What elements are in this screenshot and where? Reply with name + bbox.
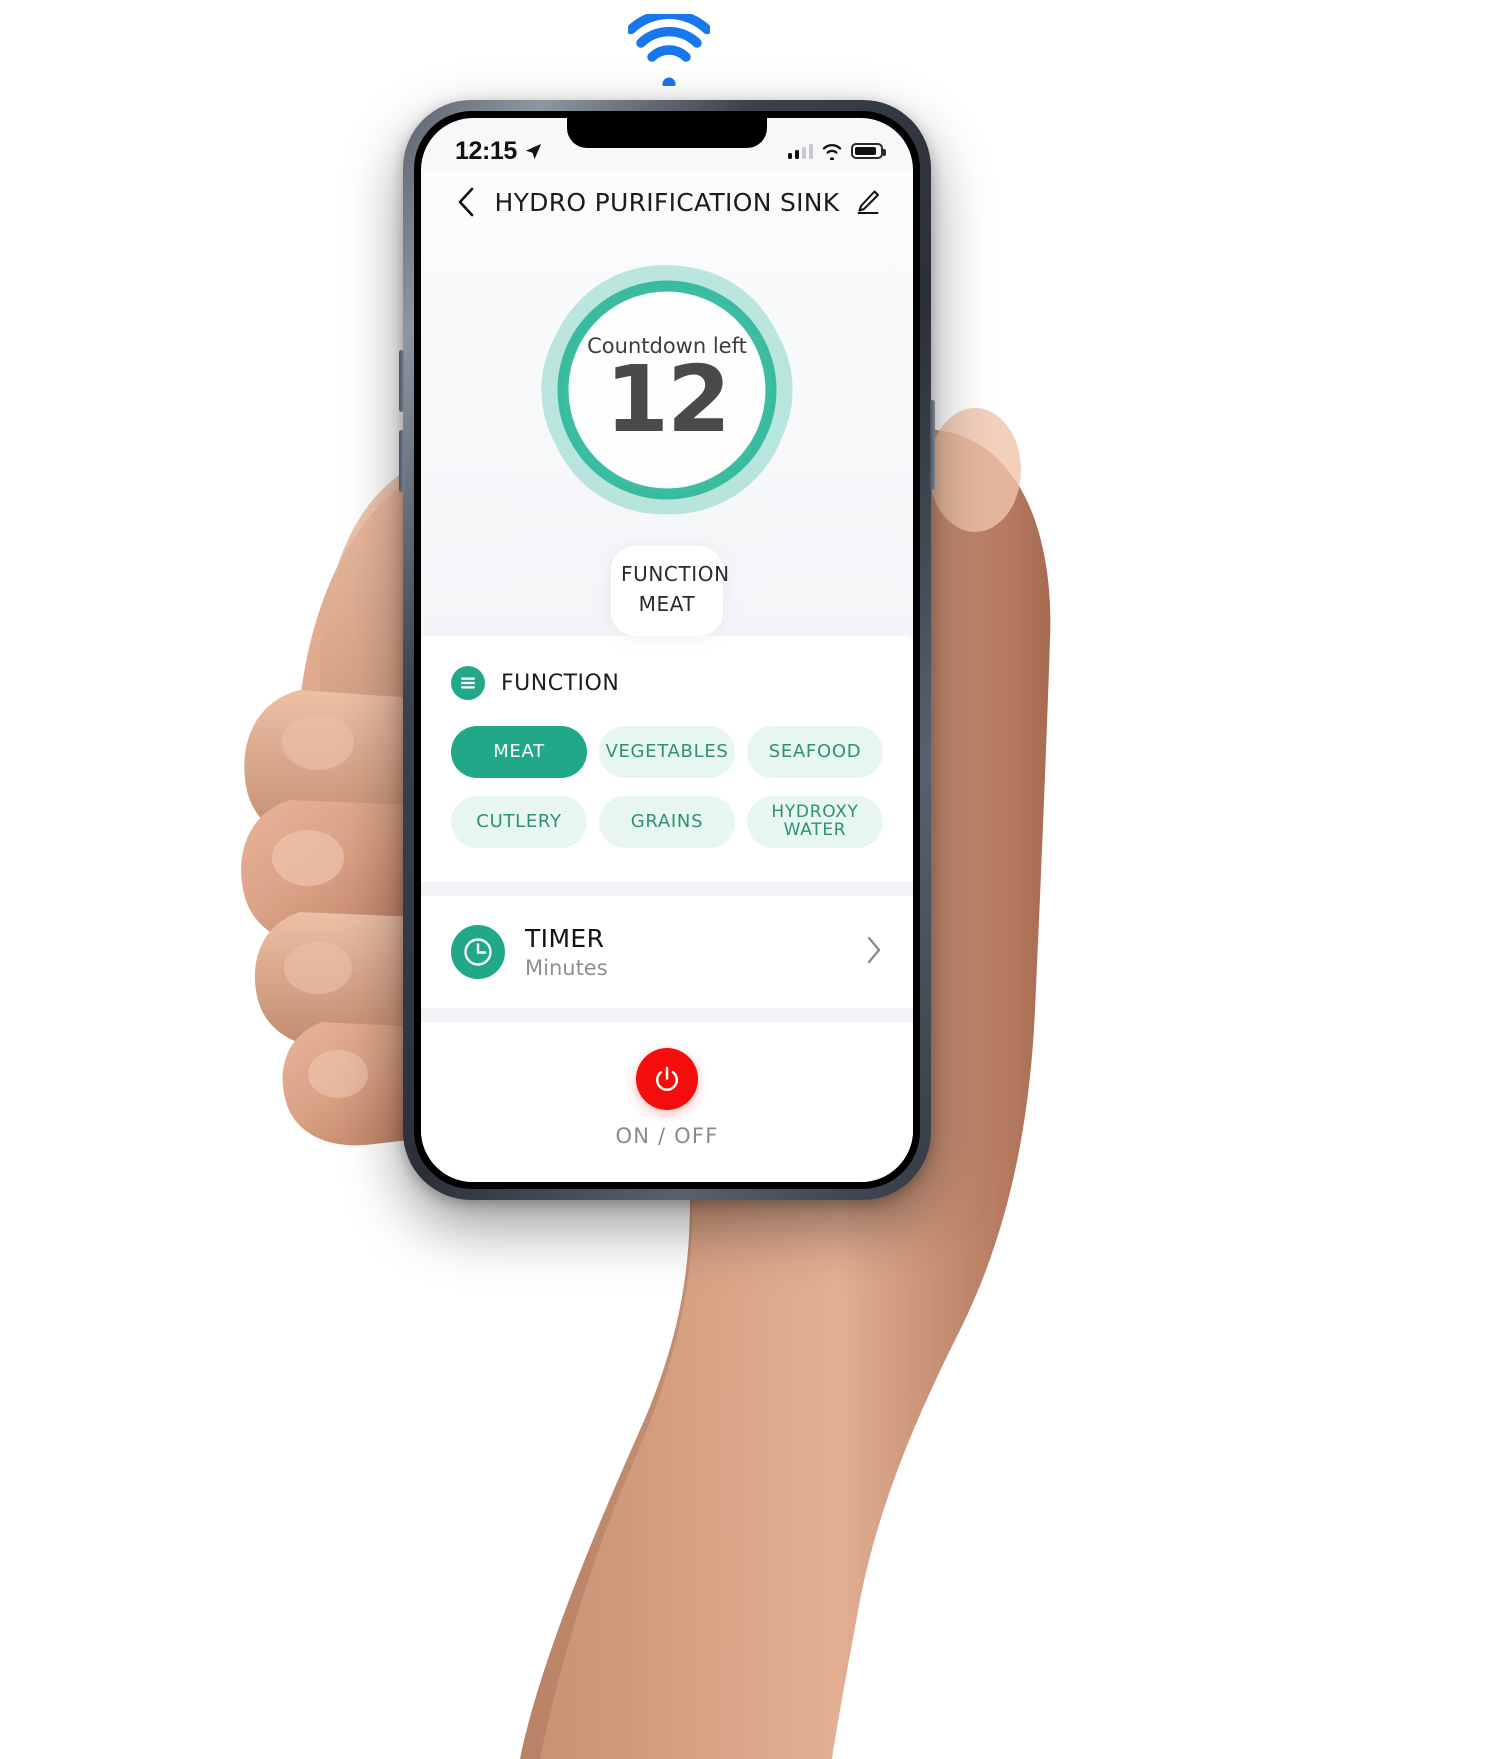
function-card-title: FUNCTION: [501, 670, 620, 696]
battery-icon: [851, 143, 886, 159]
phone-screen: 12:15 HYDRO PURIFICATION SINK Countdown …: [421, 118, 913, 1182]
volume-up-button[interactable]: [399, 350, 404, 412]
function-option-grains[interactable]: GRAINS: [599, 796, 735, 848]
countdown-dial: Countdown left 12: [521, 244, 813, 536]
wifi-icon: [822, 143, 842, 160]
status-time-group: 12:15: [455, 137, 543, 166]
countdown-value: 12: [604, 346, 731, 453]
card-divider: [421, 882, 913, 896]
timer-subtitle: Minutes: [525, 956, 608, 980]
wifi-broadcast-icon: [628, 14, 710, 86]
dial-center: Countdown left 12: [569, 292, 765, 488]
volume-down-button[interactable]: [399, 430, 404, 492]
power-card: ON / OFF: [421, 1022, 913, 1182]
current-function-value: MEAT: [638, 592, 696, 616]
hamburger-menu-icon: [451, 666, 485, 700]
phone-device: 12:15 HYDRO PURIFICATION SINK Countdown …: [399, 100, 935, 1200]
current-function-key: FUNCTION: [621, 562, 730, 586]
timer-text-group: TIMER Minutes: [525, 924, 845, 980]
current-function-chip: FUNCTION MEAT: [611, 546, 730, 636]
function-option-vegetables[interactable]: VEGETABLES: [599, 726, 735, 778]
function-card-header: FUNCTION: [451, 666, 883, 700]
function-option-hydroxy-water[interactable]: HYDROXY WATER: [747, 796, 883, 848]
power-icon: [656, 1066, 678, 1091]
hero-section: Countdown left 12 FUNCTION MEAT: [421, 234, 913, 636]
chevron-left-icon: [458, 187, 474, 217]
function-option-meat[interactable]: MEAT: [451, 726, 587, 778]
card-divider-2: [421, 1008, 913, 1022]
timer-title: TIMER: [525, 924, 605, 953]
timer-row[interactable]: TIMER Minutes: [421, 896, 913, 1008]
back-button[interactable]: [449, 185, 483, 219]
power-label: ON / OFF: [615, 1124, 719, 1148]
function-card: FUNCTION MEAT VEGETABLES SEAFOOD CUTLERY…: [421, 636, 913, 882]
app-header: HYDRO PURIFICATION SINK: [421, 170, 913, 234]
page-title: HYDRO PURIFICATION SINK: [494, 187, 840, 217]
screenshot-root: 12:15 HYDRO PURIFICATION SINK Countdown …: [0, 0, 1500, 1759]
chevron-right-icon[interactable]: [865, 935, 883, 970]
phone-notch: [567, 118, 767, 148]
location-arrow-icon: [525, 143, 542, 159]
clock-icon: [451, 925, 505, 979]
function-option-cutlery[interactable]: CUTLERY: [451, 796, 587, 848]
power-button[interactable]: [636, 1048, 698, 1110]
pencil-edit-icon: [857, 190, 879, 214]
status-icons: [787, 143, 886, 160]
status-time: 12:15: [455, 136, 517, 165]
function-options: MEAT VEGETABLES SEAFOOD CUTLERY GRAINS H…: [451, 726, 883, 848]
function-option-seafood[interactable]: SEAFOOD: [747, 726, 883, 778]
cellular-signal-icon: [787, 143, 813, 159]
controls-area: FUNCTION MEAT VEGETABLES SEAFOOD CUTLERY…: [421, 636, 913, 1182]
power-side-button[interactable]: [930, 400, 935, 490]
edit-button[interactable]: [851, 185, 885, 219]
